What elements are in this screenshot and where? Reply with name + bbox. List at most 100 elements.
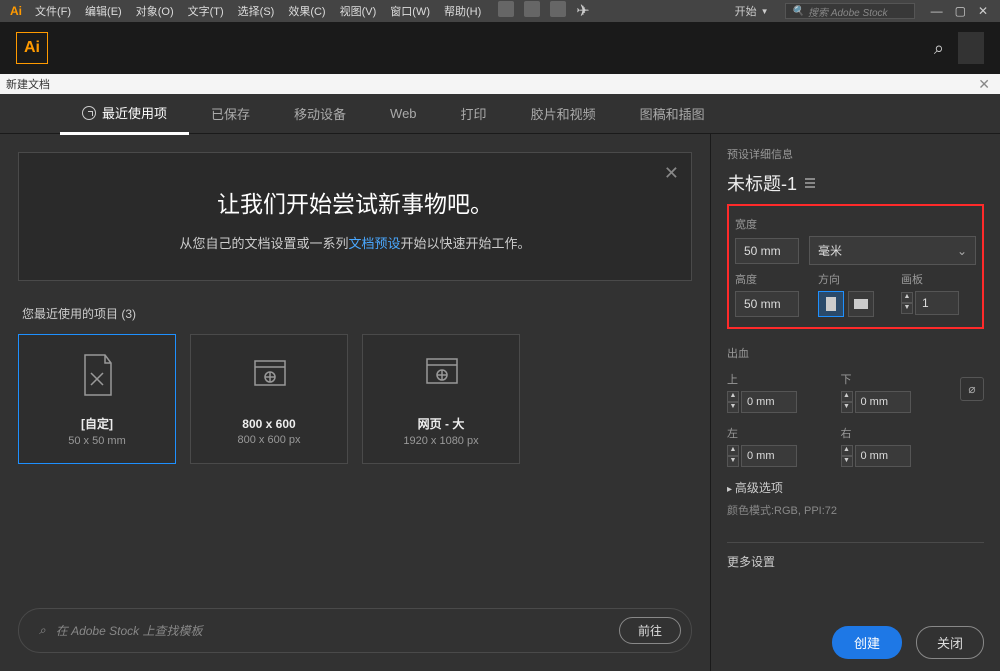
stock-search-input[interactable]: ⌕ 在 Adobe Stock 上查找模板	[29, 622, 605, 639]
size-highlight-box: 宽度 50 mm 毫米 高度 50 mm 方向 画板	[727, 204, 984, 329]
welcome-box: ✕ 让我们开始尝试新事物吧。 从您自己的文档设置或一系列文档预设开始以快速开始工…	[18, 152, 692, 281]
custom-doc-icon	[77, 351, 117, 399]
advanced-options-toggle[interactable]: 高级选项	[727, 479, 984, 496]
bleed-right-label: 右	[841, 425, 945, 441]
tab-web[interactable]: Web	[368, 96, 439, 131]
tab-art[interactable]: 图稿和插图	[618, 94, 727, 133]
divider	[727, 542, 984, 543]
toolbar-icon[interactable]	[498, 1, 514, 17]
search-icon: ⌕	[39, 623, 46, 638]
stepper-down-icon[interactable]: ▼	[727, 456, 739, 467]
bleed-left-input[interactable]	[741, 445, 797, 467]
menu-view[interactable]: 视图(V)	[333, 3, 384, 19]
toolbar-icon[interactable]	[550, 1, 566, 17]
menu-object[interactable]: 对象(O)	[129, 3, 181, 19]
stepper-down-icon[interactable]: ▼	[841, 402, 853, 413]
welcome-subtitle: 从您自己的文档设置或一系列文档预设开始以快速开始工作。	[39, 233, 671, 252]
bleed-right-input[interactable]	[855, 445, 911, 467]
top-menu-bar: Ai 文件(F) 编辑(E) 对象(O) 文字(T) 选择(S) 效果(C) 视…	[0, 0, 1000, 22]
welcome-title: 让我们开始尝试新事物吧。	[39, 185, 671, 219]
tab-film[interactable]: 胶片和视频	[509, 94, 618, 133]
color-mode-info: 颜色模式:RGB, PPI:72	[727, 502, 984, 518]
height-label: 高度	[735, 271, 810, 287]
top-toolbar-icons: ✈	[488, 1, 599, 21]
recent-projects-heading: 您最近使用的项目 (3)	[22, 305, 692, 322]
menu-window[interactable]: 窗口(W)	[383, 3, 437, 19]
app-badge: Ai	[4, 4, 28, 18]
stock-search-top[interactable]: 🔍搜索 Adobe Stock	[785, 3, 915, 19]
workspace-selector[interactable]: 开始 ▼	[727, 3, 777, 19]
bleed-top-input[interactable]	[741, 391, 797, 413]
preset-dimensions: 50 x 50 mm	[68, 435, 125, 447]
preset-title: 网页 - 大	[418, 415, 465, 432]
link-bleed-icon[interactable]: ⌀	[960, 377, 984, 401]
stock-search-bar: ⌕ 在 Adobe Stock 上查找模板 前往	[18, 608, 692, 653]
dialog-title-bar: 新建文档 ✕	[0, 74, 1000, 94]
maximize-button[interactable]: ▢	[955, 4, 966, 18]
web-doc-icon	[421, 351, 461, 399]
unit-select[interactable]: 毫米	[809, 236, 976, 265]
go-button[interactable]: 前往	[619, 617, 681, 644]
tab-saved[interactable]: 已保存	[189, 94, 272, 133]
stepper-up-icon[interactable]: ▲	[727, 445, 739, 456]
dialog-title: 新建文档	[6, 76, 50, 92]
dialog-close-icon[interactable]: ✕	[974, 76, 994, 93]
doc-presets-link[interactable]: 文档预设	[348, 236, 400, 251]
stepper-up-icon[interactable]: ▲	[901, 292, 913, 303]
bleed-top-label: 上	[727, 371, 831, 387]
bleed-label: 出血	[727, 345, 984, 361]
search-icon[interactable]: ⌕	[934, 38, 944, 59]
stepper-down-icon[interactable]: ▼	[841, 456, 853, 467]
orientation-landscape-button[interactable]	[848, 291, 874, 317]
menu-effect[interactable]: 效果(C)	[281, 3, 332, 19]
stepper-down-icon[interactable]: ▼	[727, 402, 739, 413]
preset-title: 800 x 600	[242, 417, 295, 431]
recent-icon	[82, 106, 96, 120]
details-heading: 预设详细信息	[727, 146, 984, 162]
stepper-up-icon[interactable]: ▲	[727, 391, 739, 402]
tab-print[interactable]: 打印	[439, 94, 509, 133]
bleed-bottom-label: 下	[841, 371, 945, 387]
preset-title: [自定]	[81, 415, 113, 432]
preset-card-custom[interactable]: [自定] 50 x 50 mm	[18, 334, 176, 464]
width-label: 宽度	[735, 216, 976, 232]
send-icon[interactable]: ✈	[576, 1, 589, 21]
artboards-label: 画板	[901, 271, 976, 287]
menu-help[interactable]: 帮助(H)	[437, 3, 488, 19]
category-tabs: 最近使用项 已保存 移动设备 Web 打印 胶片和视频 图稿和插图	[0, 94, 1000, 134]
tab-recent[interactable]: 最近使用项	[60, 93, 189, 135]
menu-edit[interactable]: 编辑(E)	[78, 3, 129, 19]
preset-details-panel: 预设详细信息 未标题-1 宽度 50 mm 毫米 高度 50 mm 方向	[710, 134, 1000, 671]
presets-row: [自定] 50 x 50 mm 800 x 600 800 x 600 px 网…	[18, 334, 692, 464]
document-title-field[interactable]: 未标题-1	[727, 170, 984, 196]
bleed-bottom-input[interactable]	[855, 391, 911, 413]
welcome-close-icon[interactable]: ✕	[664, 163, 679, 184]
close-button[interactable]: ✕	[978, 4, 988, 18]
width-input[interactable]: 50 mm	[735, 238, 799, 264]
minimize-button[interactable]: —	[931, 4, 943, 18]
stepper-up-icon[interactable]: ▲	[841, 445, 853, 456]
preset-card-800x600[interactable]: 800 x 600 800 x 600 px	[190, 334, 348, 464]
preset-dimensions: 800 x 600 px	[238, 434, 301, 446]
toolbar-icon[interactable]	[524, 1, 540, 17]
tab-mobile[interactable]: 移动设备	[272, 94, 368, 133]
orientation-label: 方向	[818, 271, 893, 287]
create-button[interactable]: 创建	[832, 626, 902, 659]
menu-select[interactable]: 选择(S)	[231, 3, 282, 19]
more-settings-link[interactable]: 更多设置	[727, 553, 984, 570]
menu-file[interactable]: 文件(F)	[28, 3, 78, 19]
preset-card-web-large[interactable]: 网页 - 大 1920 x 1080 px	[362, 334, 520, 464]
bleed-left-label: 左	[727, 425, 831, 441]
stepper-up-icon[interactable]: ▲	[841, 391, 853, 402]
panel-drawer[interactable]	[958, 32, 984, 64]
menu-type[interactable]: 文字(T)	[181, 3, 231, 19]
height-input[interactable]: 50 mm	[735, 291, 799, 317]
left-panel: ✕ 让我们开始尝试新事物吧。 从您自己的文档设置或一系列文档预设开始以快速开始工…	[0, 134, 710, 671]
artboards-input[interactable]: 1	[915, 291, 959, 315]
preset-dimensions: 1920 x 1080 px	[403, 435, 478, 447]
stepper-down-icon[interactable]: ▼	[901, 303, 913, 314]
web-doc-icon	[249, 353, 289, 401]
ai-logo: Ai	[16, 32, 48, 64]
close-dialog-button[interactable]: 关闭	[916, 626, 984, 659]
orientation-portrait-button[interactable]	[818, 291, 844, 317]
